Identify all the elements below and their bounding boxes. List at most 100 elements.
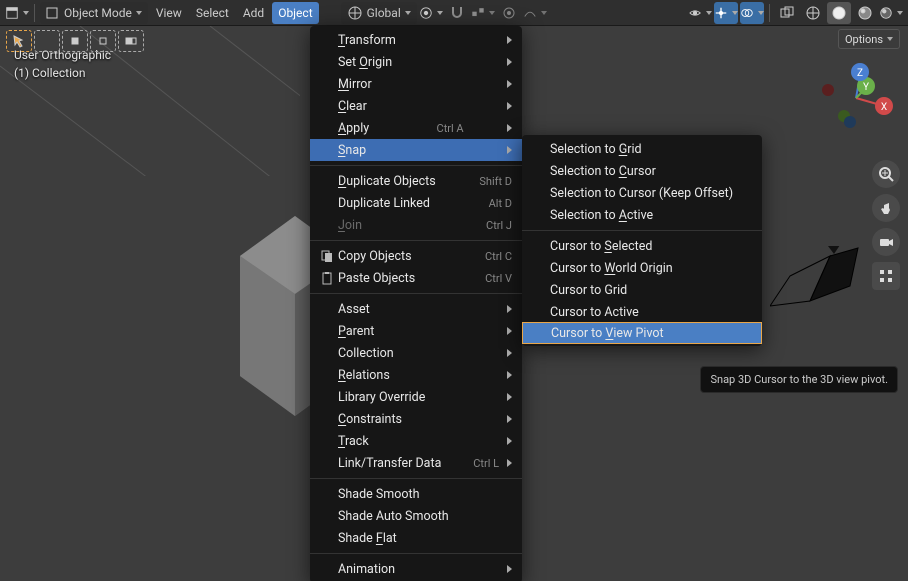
object-menu-item-mirror[interactable]: Mirror	[310, 73, 522, 95]
object-menu-item-parent[interactable]: Parent	[310, 320, 522, 342]
snap-menu-item-cursor-to-world-origin[interactable]: Cursor to World Origin	[522, 257, 762, 279]
menu-item-label: Cursor to Grid	[550, 283, 627, 298]
shortcut-label: Alt D	[465, 197, 512, 210]
object-menu-item-asset[interactable]: Asset	[310, 298, 522, 320]
object-menu-item-duplicate-linked[interactable]: Duplicate Linked Alt D	[310, 192, 522, 214]
menu-item-label: Join	[338, 218, 362, 233]
select-tool-5[interactable]	[118, 30, 144, 52]
gizmo-toggle[interactable]	[714, 2, 738, 24]
axis-gizmo[interactable]: X Y Z	[816, 58, 896, 138]
snap-menu-item-cursor-to-view-pivot[interactable]: Cursor to View Pivot	[522, 322, 762, 344]
object-menu-item-apply[interactable]: Apply Ctrl A	[310, 117, 522, 139]
perspective-toggle[interactable]	[872, 262, 900, 290]
mode-dropdown[interactable]: Object Mode	[40, 2, 148, 24]
object-menu-item-link-transfer-data[interactable]: Link/Transfer Data Ctrl L	[310, 452, 522, 474]
object-menu-item-duplicate-objects[interactable]: Duplicate Objects Shift D	[310, 170, 522, 192]
menu-separator	[310, 240, 522, 241]
camera-object[interactable]	[770, 246, 860, 316]
menu-item-label: Mirror	[338, 77, 372, 92]
menu-item-label: Collection	[338, 346, 394, 361]
svg-text:Z: Z	[857, 68, 863, 79]
object-menu-item-transform[interactable]: Transform	[310, 29, 522, 51]
header-toolbar: Object Mode View Select Add Object Globa…	[0, 0, 908, 26]
menu-add[interactable]: Add	[237, 2, 270, 24]
menu-item-label: Paste Objects	[338, 271, 415, 286]
editor-type-dropdown[interactable]	[5, 2, 29, 24]
overlay-toggle[interactable]	[740, 2, 764, 24]
object-menu-item-copy-objects[interactable]: Copy ObjectsCtrl C	[310, 245, 522, 267]
menu-item-label: Cursor to World Origin	[550, 261, 673, 276]
shortcut-label: Ctrl A	[413, 122, 464, 135]
object-menu-item-animation[interactable]: Animation	[310, 558, 522, 580]
shortcut-label: Ctrl L	[449, 457, 499, 470]
rendered-shading[interactable]	[879, 2, 903, 24]
menu-item-label: Transform	[338, 33, 396, 48]
object-menu-item-shade-auto-smooth[interactable]: Shade Auto Smooth	[310, 505, 522, 527]
menu-separator	[310, 553, 522, 554]
object-menu-item-relations[interactable]: Relations	[310, 364, 522, 386]
object-menu-item-library-override[interactable]: Library Override	[310, 386, 522, 408]
object-menu-item-snap[interactable]: Snap	[310, 139, 522, 161]
menu-item-label: Asset	[338, 302, 370, 317]
snap-menu-item-selection-to-cursor-keep-offset-[interactable]: Selection to Cursor (Keep Offset)	[522, 182, 762, 204]
object-menu-item-shade-smooth[interactable]: Shade Smooth	[310, 483, 522, 505]
menu-item-label: Selection to Cursor (Keep Offset)	[550, 186, 733, 201]
options-dropdown[interactable]: Options	[838, 29, 900, 49]
menu-item-label: Clear	[338, 99, 367, 114]
snap-menu-item-selection-to-active[interactable]: Selection to Active	[522, 204, 762, 226]
snap-menu-item-cursor-to-active[interactable]: Cursor to Active	[522, 301, 762, 323]
object-menu-item-set-origin[interactable]: Set Origin	[310, 51, 522, 73]
menu-item-label: Library Override	[338, 390, 425, 405]
proportional-falloff-dropdown[interactable]	[523, 2, 547, 24]
object-menu-item-join: JoinCtrl J	[310, 214, 522, 236]
menu-view[interactable]: View	[150, 2, 188, 24]
snap-menu-item-selection-to-grid[interactable]: Selection to Grid	[522, 138, 762, 160]
menu-select[interactable]: Select	[190, 2, 235, 24]
orientation-dropdown[interactable]: Global	[341, 2, 417, 24]
snap-toggle[interactable]	[445, 2, 469, 24]
solid-shading[interactable]	[827, 2, 851, 24]
menu-item-label: Cursor to View Pivot	[551, 326, 664, 341]
viewport-tools-column	[872, 160, 900, 290]
menu-item-label: Snap	[338, 143, 366, 158]
select-tool-2[interactable]	[34, 30, 60, 52]
options-label: Options	[845, 33, 883, 46]
tooltip: Snap 3D Cursor to the 3D view pivot.	[700, 366, 898, 393]
visibility-dropdown[interactable]	[688, 2, 712, 24]
object-menu-item-paste-objects[interactable]: Paste ObjectsCtrl V	[310, 267, 522, 289]
object-menu-item-clear[interactable]: Clear	[310, 95, 522, 117]
menu-item-label: Relations	[338, 368, 390, 383]
object-menu-item-collection[interactable]: Collection	[310, 342, 522, 364]
pivot-dropdown[interactable]	[419, 2, 443, 24]
select-tool-4[interactable]	[90, 30, 116, 52]
copy-icon	[316, 249, 338, 263]
camera-view-tool[interactable]	[872, 228, 900, 256]
object-menu-item-shade-flat[interactable]: Shade Flat	[310, 527, 522, 549]
menu-separator	[310, 165, 522, 166]
proportional-edit-toggle[interactable]	[497, 2, 521, 24]
select-box-tool[interactable]	[6, 30, 32, 52]
menu-item-label: Duplicate Linked	[338, 196, 430, 211]
object-menu-item-track[interactable]: Track	[310, 430, 522, 452]
menu-item-label: Selection to Active	[550, 208, 653, 223]
menu-item-label: Selection to Grid	[550, 142, 642, 157]
menu-object[interactable]: Object	[272, 2, 318, 24]
object-menu-item-constraints[interactable]: Constraints	[310, 408, 522, 430]
xray-toggle[interactable]	[775, 2, 799, 24]
orientation-label: Global	[367, 6, 401, 20]
zoom-tool[interactable]	[872, 160, 900, 188]
snap-menu-item-cursor-to-selected[interactable]: Cursor to Selected	[522, 235, 762, 257]
matprev-shading[interactable]	[853, 2, 877, 24]
menu-separator	[522, 230, 762, 231]
menu-item-label: Apply	[338, 121, 369, 136]
snap-menu-item-cursor-to-grid[interactable]: Cursor to Grid	[522, 279, 762, 301]
menu-item-label: Duplicate Objects	[338, 174, 436, 189]
snap-options-dropdown[interactable]	[471, 2, 495, 24]
select-tool-3[interactable]	[62, 30, 88, 52]
shortcut-label: Shift D	[455, 175, 512, 188]
pan-tool[interactable]	[872, 194, 900, 222]
menu-item-label: Link/Transfer Data	[338, 456, 441, 471]
wireframe-shading[interactable]	[801, 2, 825, 24]
menu-item-label: Cursor to Active	[550, 305, 639, 320]
snap-menu-item-selection-to-cursor[interactable]: Selection to Cursor	[522, 160, 762, 182]
